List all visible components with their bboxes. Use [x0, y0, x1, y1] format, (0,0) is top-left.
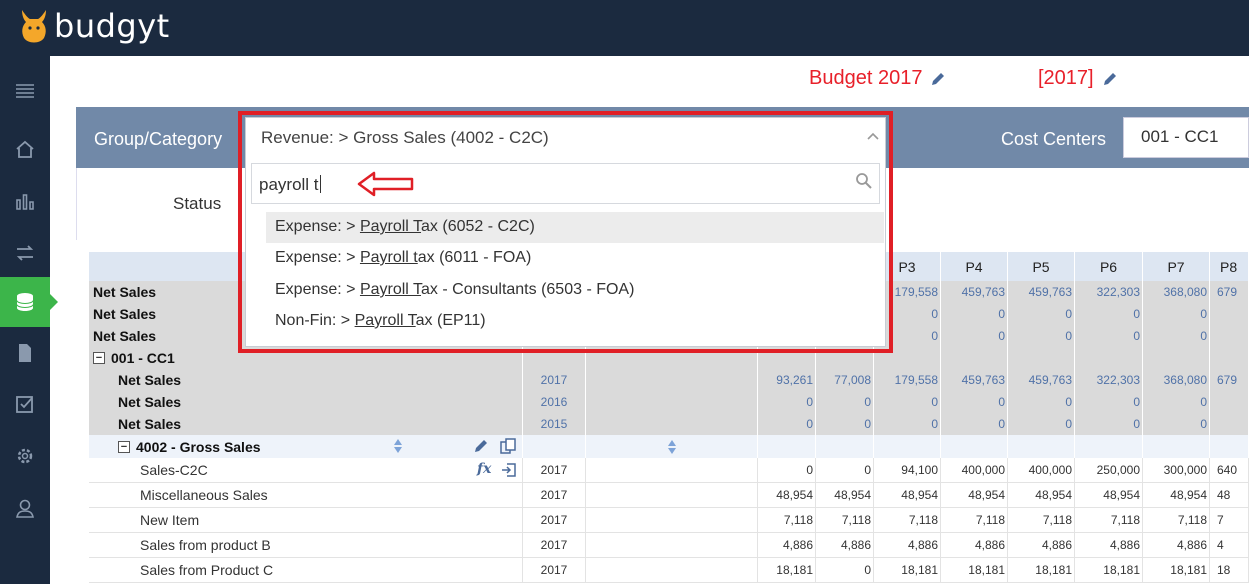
top-bar: budgyt: [0, 0, 1249, 56]
table-row[interactable]: Sales from product B 2017 4,886 4,886 4,…: [89, 533, 1249, 558]
table-row[interactable]: Sales-C2C fx 2017 0 0 94,100 400,000 400…: [89, 458, 1249, 483]
table-row: Net Sales 2017 93,261 77,008 179,558 459…: [89, 369, 1249, 391]
collapse-icon[interactable]: −: [118, 440, 130, 453]
sidebar-item-database[interactable]: [0, 277, 58, 327]
arrows-exchange-icon: [16, 245, 34, 261]
sidebar-item-home[interactable]: [0, 124, 50, 174]
budget-title-text: Budget 2017: [809, 67, 923, 89]
checkbox-icon: [16, 396, 33, 413]
pencil-icon[interactable]: [930, 71, 946, 87]
period-header[interactable]: P8: [1210, 252, 1249, 281]
table-row: Net Sales 2016 0 0 0 0 0 0 0: [89, 391, 1249, 413]
sidebar-item-settings[interactable]: [0, 431, 50, 481]
table-row[interactable]: Sales from Product C 2017 18,181 0 18,18…: [89, 558, 1249, 583]
database-icon: [16, 293, 34, 311]
period-header[interactable]: P5: [1008, 252, 1075, 281]
copy-icon[interactable]: [499, 437, 517, 455]
annotation-highlight-box: [238, 111, 893, 353]
sort-icon[interactable]: [667, 439, 677, 455]
annotation-arrow-icon: [357, 171, 414, 197]
status-label: Status: [173, 194, 222, 213]
import-icon[interactable]: [501, 462, 517, 478]
logo[interactable]: budgyt: [16, 6, 170, 46]
home-icon: [16, 140, 34, 158]
bar-chart-icon: [16, 194, 34, 210]
document-icon: [19, 344, 31, 362]
table-row: Net Sales 2015 0 0 0 0 0 0 0: [89, 413, 1249, 435]
hamburger-icon: [16, 84, 34, 98]
bull-logo-icon: [22, 10, 46, 43]
year-title: [2017]: [1038, 67, 1118, 90]
period-header[interactable]: P4: [941, 252, 1008, 281]
group-category-label: Group/Category: [94, 129, 223, 149]
pencil-icon[interactable]: [473, 438, 489, 454]
period-header[interactable]: P6: [1075, 252, 1143, 281]
menu-icon[interactable]: [0, 66, 50, 116]
pencil-icon[interactable]: [1102, 71, 1118, 87]
sidebar-item-reports[interactable]: [0, 176, 50, 226]
table-row[interactable]: Miscellaneous Sales 2017 48,954 48,954 4…: [89, 483, 1249, 508]
brand-name: budgyt: [54, 7, 170, 45]
year-title-text: [2017]: [1038, 67, 1094, 89]
cost-centers-label: Cost Centers: [1001, 129, 1107, 149]
sort-icon[interactable]: [393, 438, 403, 454]
sidebar-item-transfers[interactable]: [0, 228, 50, 278]
sidebar-item-users[interactable]: [0, 483, 50, 533]
period-header[interactable]: P7: [1143, 252, 1210, 281]
sidebar: [0, 56, 58, 584]
sidebar-item-approvals[interactable]: [0, 379, 50, 429]
budget-title: Budget 2017: [809, 67, 946, 90]
formula-icon[interactable]: fx: [477, 461, 491, 477]
table-row[interactable]: New Item 2017 7,118 7,118 7,118 7,118 7,…: [89, 508, 1249, 533]
cost-center-select[interactable]: 001 - CC1: [1123, 117, 1249, 158]
collapse-icon[interactable]: −: [93, 352, 105, 364]
user-icon: [16, 499, 34, 518]
category-row: − 4002 - Gross Sales: [89, 435, 1249, 458]
sidebar-item-documents[interactable]: [0, 328, 50, 378]
gear-icon: [17, 448, 33, 464]
